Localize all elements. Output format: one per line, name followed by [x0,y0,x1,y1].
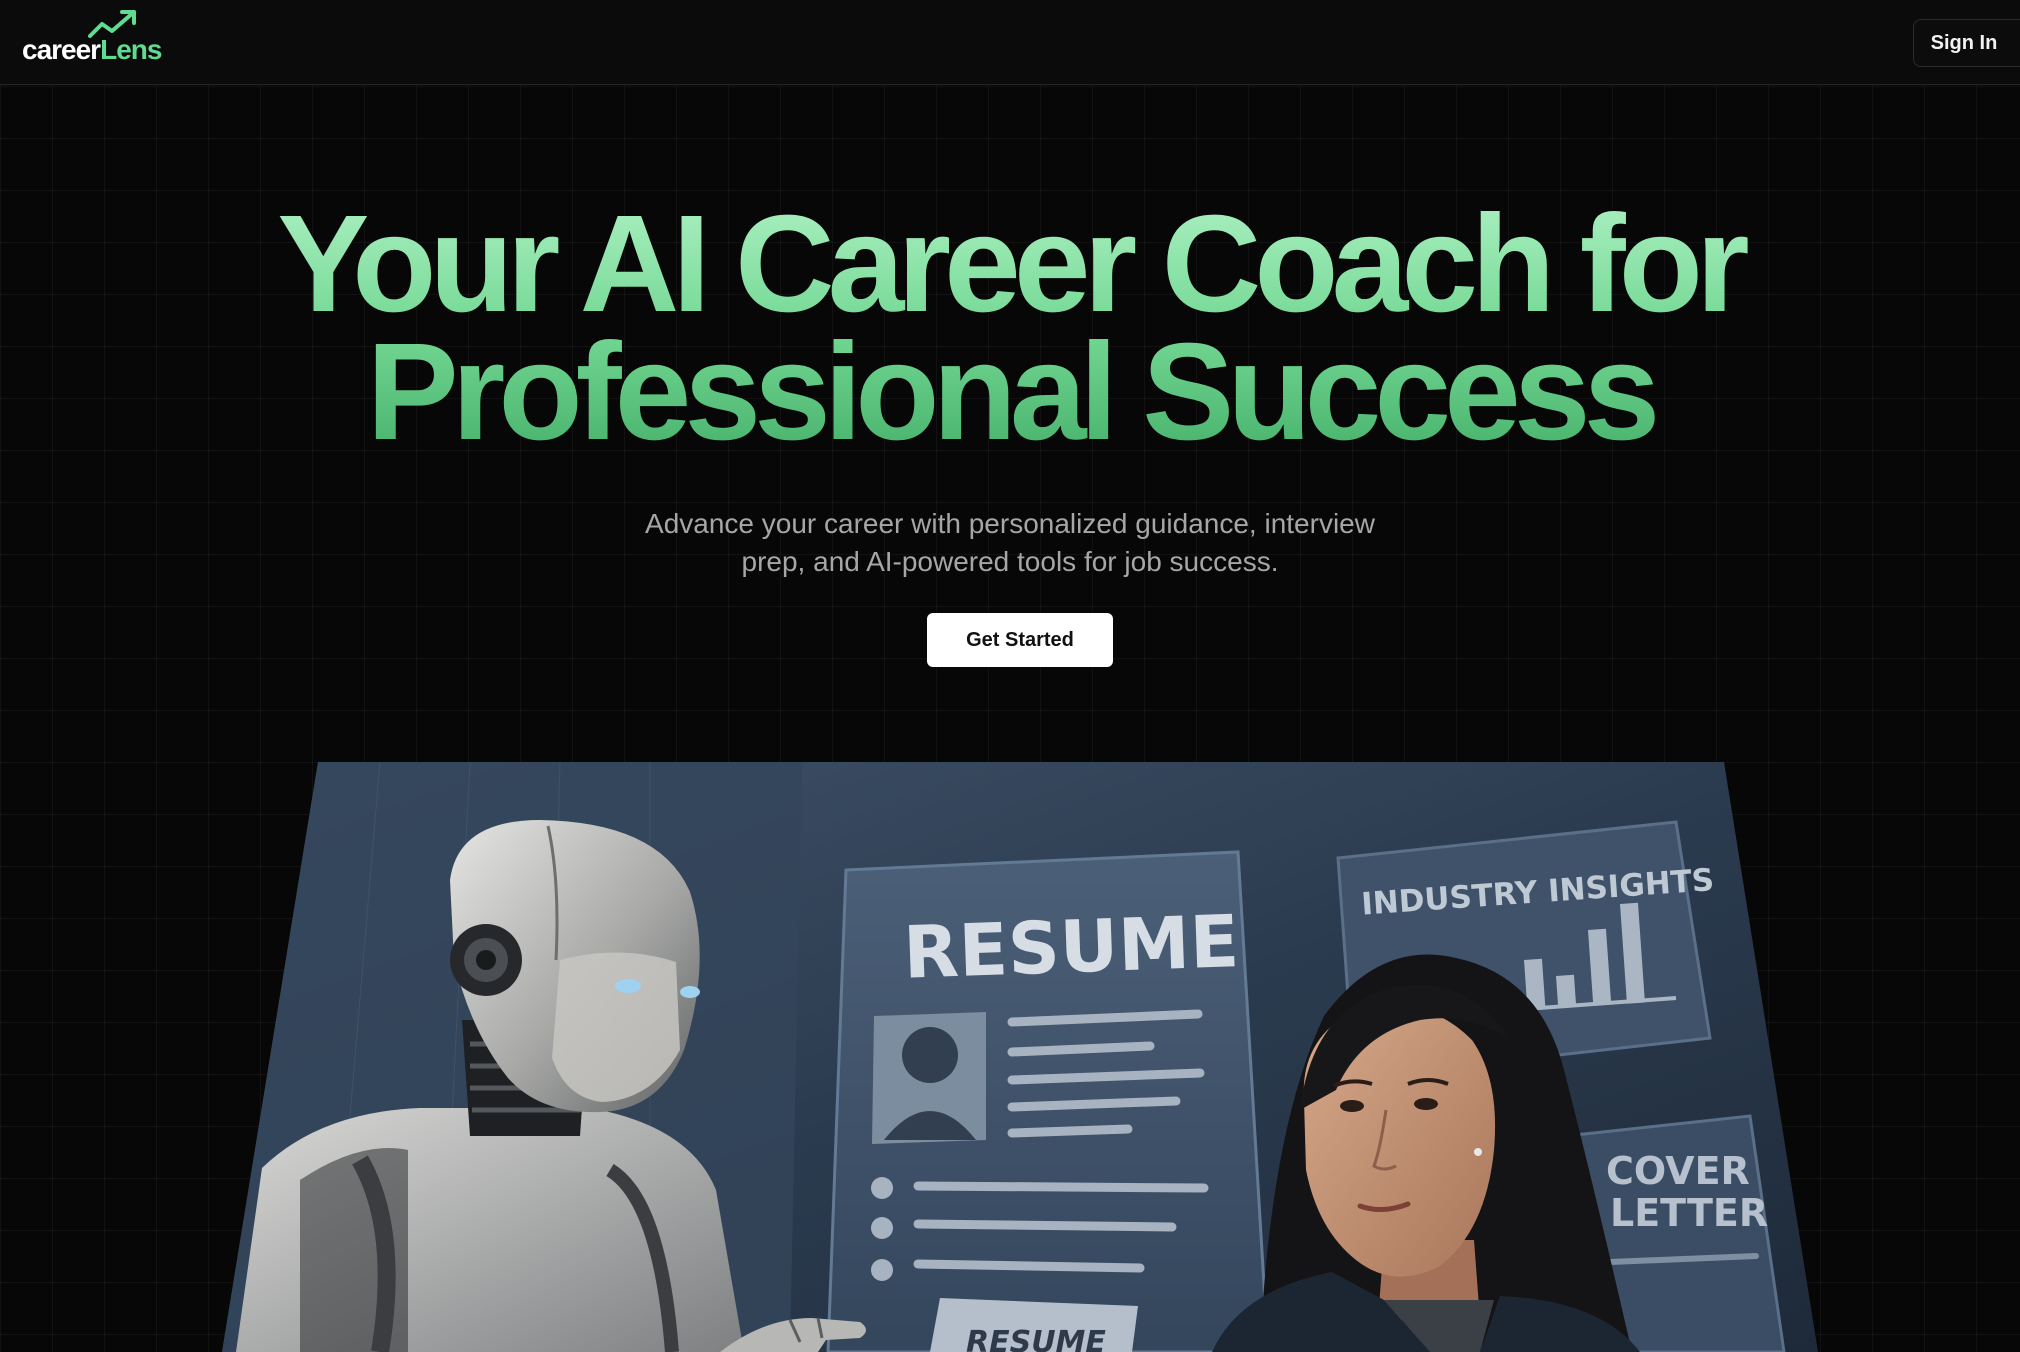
cover-letter-card: COVER LETTER [1564,1114,1786,1352]
sign-in-button[interactable]: Sign In [1913,19,2020,67]
careerlens-logo[interactable]: careerLens [20,8,162,68]
cover-letter-label-line2: LETTER [1610,1191,1768,1235]
hero-image-panel [222,762,1818,1352]
hero-subtitle: Advance your career with personalized gu… [645,508,1375,577]
logo-wordmark: careerLens [22,34,162,66]
cover-letter-label-line1: COVER [1606,1149,1750,1193]
get-started-button[interactable]: Get Started [927,613,1113,667]
hero-title: Your AI Career Coach for Professional Su… [0,195,2020,461]
logo-text-lens: Lens [100,34,162,65]
page: careerLens Sign In Your AI Career Coach … [0,0,2020,1352]
industry-insights-card: INDUSTRY INSIGHTS [1336,820,1715,1080]
woman-illustration [1212,954,1640,1352]
top-navbar: careerLens Sign In [0,0,2020,85]
resume-card-label: RESUME [902,899,1241,995]
robot-illustration [236,820,866,1352]
resume-card: RESUME RESUME [826,850,1270,1352]
industry-insights-label: INDUSTRY INSIGHTS [1360,862,1715,923]
small-resume-label: RESUME [966,1325,1106,1352]
logo-text-career: career [22,34,101,65]
